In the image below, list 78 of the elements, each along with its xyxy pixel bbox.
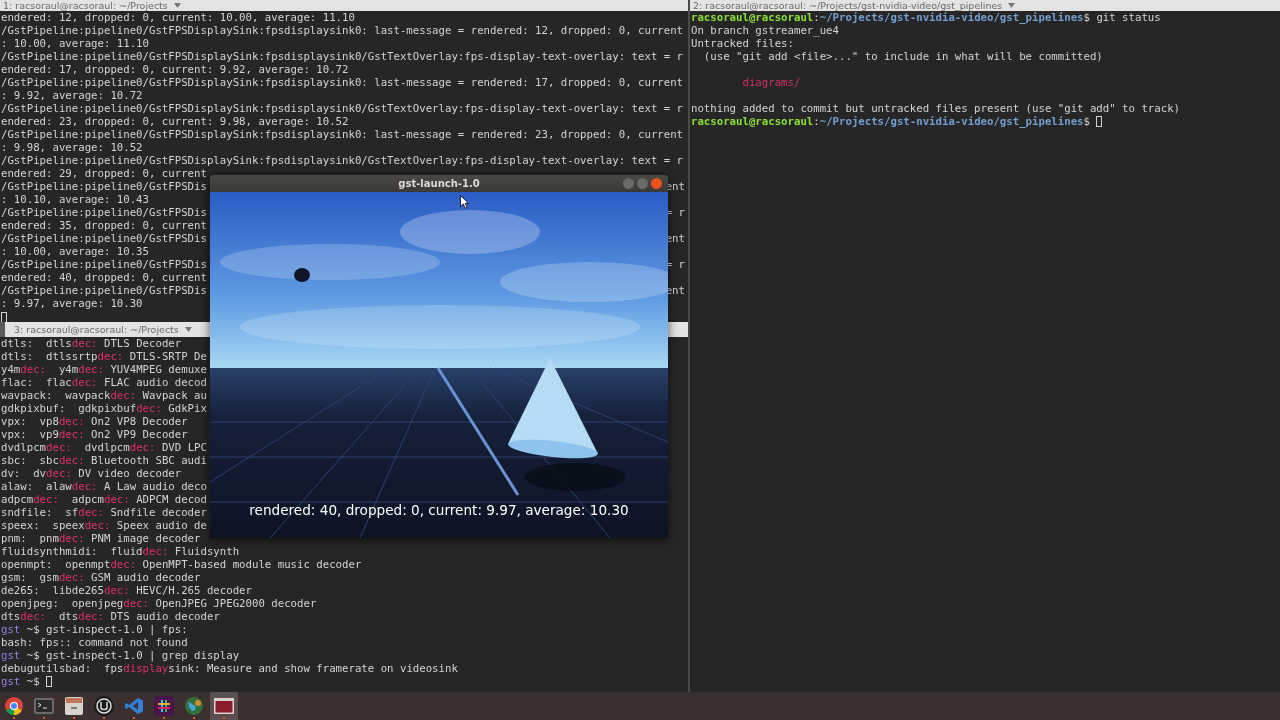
terminal-line: gsm: gsmdec: GSM audio decoder (1, 571, 201, 584)
terminal-line: /GstPipeline:pipeline0/GstFPSDisplaySink:fpsdisplaysink0: last-message = rendered: 12, dropped: 0, current (1, 24, 684, 37)
terminal-line: : 10.00, average: 10.35 (1, 245, 149, 258)
terminal-line: /GstPipeline:pipeline0/GstFPSDis (1, 180, 207, 193)
terminal-line: /GstPipeline:pipeline0/GstFPSDisplaySink:fpsdisplaysink0/GstTextOverlay:fps-display-text-overlay: text = r (1, 102, 684, 115)
terminal-line: endered: 17, dropped: 0, current: 9.92, average: 10.72 (1, 63, 349, 76)
terminal-line: y4mdec: y4mdec: YUV4MPEG demuxe (1, 363, 207, 376)
terminal-tab-title[interactable]: 3: racsoraul@racsoraul: ~/Projects (11, 324, 179, 335)
terminal-line: racsoraul@racsoraul:~/Projects/gst-nvidia-video/gst_pipelines$ (691, 115, 1091, 128)
terminal-tab-title[interactable]: 1: racsoraul@racsoraul: ~/Projects (0, 0, 168, 11)
terminal-line: /GstPipeline:pipeline0/GstFPSDis (1, 284, 207, 297)
terminal-line: /GstPipeline:pipeline0/GstFPSDis (1, 258, 207, 271)
fps-overlay-text: rendered: 40, dropped: 0, current: 9.97, average: 10.30 (248, 502, 630, 518)
tab-marker (0, 322, 5, 337)
round-logo-icon (94, 696, 114, 716)
caret-icon (1008, 3, 1016, 8)
terminal-line: gst ~$ gst-inspect-1.0 | grep display (1, 649, 240, 662)
hash-logo-icon (154, 696, 174, 716)
terminal-line: sndfile: sfdec: Sndfile decoder (1, 506, 207, 519)
terminal-line: endered: 29, dropped: 0, current (1, 167, 207, 180)
terminal-line: debugutilsbad: fpsdisplaysink: Measure and show framerate on videosink (1, 662, 458, 675)
terminal-line: adpcmdec: adpcmdec: ADPCM decod (1, 493, 207, 506)
terminal-line: : 9.97, average: 10.30 (1, 297, 143, 310)
terminal-line: de265: libde265dec: HEVC/H.265 decoder (1, 584, 252, 597)
window-title: gst-launch-1.0 (398, 178, 480, 189)
terminal-line: endered: 40, dropped: 0, current (1, 271, 207, 284)
terminal-line: endered: 35, dropped: 0, current (1, 219, 207, 232)
terminal-line: /GstPipeline:pipeline0/GstFPSDis (1, 232, 207, 245)
terminal-line: /GstPipeline:pipeline0/GstFPSDis (1, 206, 207, 219)
terminal-line: dtls: dtlssrtpdec: DTLS-SRTP De (1, 350, 207, 363)
terminal-line: dv: dvdec: DV video decoder (1, 467, 182, 480)
terminal-line: pnm: pnmdec: PNM image decoder (1, 532, 201, 545)
terminal-line: endered: 23, dropped: 0, current: 9.98, average: 10.52 (1, 115, 349, 128)
caret-icon (184, 327, 192, 332)
terminal-line: endered: 12, dropped: 0, current: 10.00, average: 11.10 (1, 11, 355, 24)
terminal-line: openmpt: openmptdec: OpenMPT-based module music decoder (1, 558, 362, 571)
terminal-line: vpx: vp8dec: On2 VP8 Decoder (1, 415, 188, 428)
terminal-line: /GstPipeline:pipeline0/GstFPSDisplaySink:fpsdisplaysink0/GstTextOverlay:fps-display-text-overlay: text = r (1, 50, 684, 63)
terminal-line: (use "git add <file>..." to include in what will be committed) (702, 50, 1103, 63)
terminal-line: speex: speexdec: Speex audio de (1, 519, 207, 532)
terminal-line: gdkpixbuf: gdkpixbufdec: GdkPix (1, 402, 207, 415)
terminal-line: nothing added to commit but untracked files present (use "git add" to track) (691, 102, 1181, 115)
terminal-line: bash: fps:: command not found (1, 636, 188, 649)
terminal-line: gst ~$ (1, 675, 41, 688)
terminal-line: gst ~$ gst-inspect-1.0 | fps: (1, 623, 188, 636)
terminal-line: dtsdec: dtsdec: DTS audio decoder (1, 610, 220, 623)
terminal-line: : 9.92, average: 10.72 (1, 89, 143, 102)
file-cabinet-icon (65, 697, 83, 715)
code-editor-icon (125, 697, 143, 715)
terminal-icon (34, 698, 54, 714)
caret-icon (173, 3, 181, 8)
terminal-line: vpx: vp9dec: On2 VP9 Decoder (1, 428, 188, 441)
close-button[interactable] (651, 178, 662, 189)
terminal-line: /GstPipeline:pipeline0/GstFPSDisplaySink:fpsdisplaysink0: last-message = rendered: 17, dropped: 0, current (1, 76, 684, 89)
terminal-line: : 10.00, average: 11.10 (1, 37, 149, 50)
terminal-line: openjpeg: openjpegdec: OpenJPEG JPEG2000 decoder (1, 597, 317, 610)
terminal-line: Untracked files: (691, 37, 794, 50)
terminal-line: flac: flacdec: FLAC audio decod (1, 376, 207, 389)
terminal-line: On branch gstreamer_ue4 (691, 24, 839, 37)
globe-icon (185, 697, 203, 715)
terminal-line: racsoraul@racsoraul:~/Projects/gst-nvidia-video/gst_pipelines$ git status (691, 11, 1161, 24)
terminal-line: : 9.98, average: 10.52 (1, 141, 143, 154)
browser-icon (5, 697, 23, 715)
terminal-line: alaw: alawdec: A Law audio deco (1, 480, 207, 493)
terminal-line: fluidsynthmidi: fluiddec: Fluidsynth (1, 545, 240, 558)
pointer-icon (460, 195, 469, 209)
terminal-line: sbc: sbcdec: Bluetooth SBC audi (1, 454, 207, 467)
terminal-line: /GstPipeline:pipeline0/GstFPSDisplaySink:fpsdisplaysink0/GstTextOverlay:fps-display-text-overlay: text = r (1, 154, 684, 167)
terminal-line: dvdlpcmdec: dvdlpcmdec: DVD LPC (1, 441, 207, 454)
window-icon (214, 698, 234, 714)
terminal-line: : 10.10, average: 10.43 (1, 193, 149, 206)
terminal-line: diagrams/ (742, 76, 801, 89)
terminal-line: /GstPipeline:pipeline0/GstFPSDisplaySink:fpsdisplaysink0: last-message = rendered: 23, dropped: 0, current (1, 128, 684, 141)
terminal-tab-title[interactable]: 2: racsoraul@racsoraul: ~/Projects/gst-nvidia-video/gst_pipelines (690, 0, 1003, 11)
taskbar-button[interactable] (210, 692, 238, 720)
window-title-bar[interactable]: gst-launch-1.0 (210, 175, 668, 192)
terminal-line: dtls: dtlsdec: DTLS Decoder (1, 337, 182, 350)
terminal-line: wavpack: wavpackdec: Wavpack au (1, 389, 207, 402)
